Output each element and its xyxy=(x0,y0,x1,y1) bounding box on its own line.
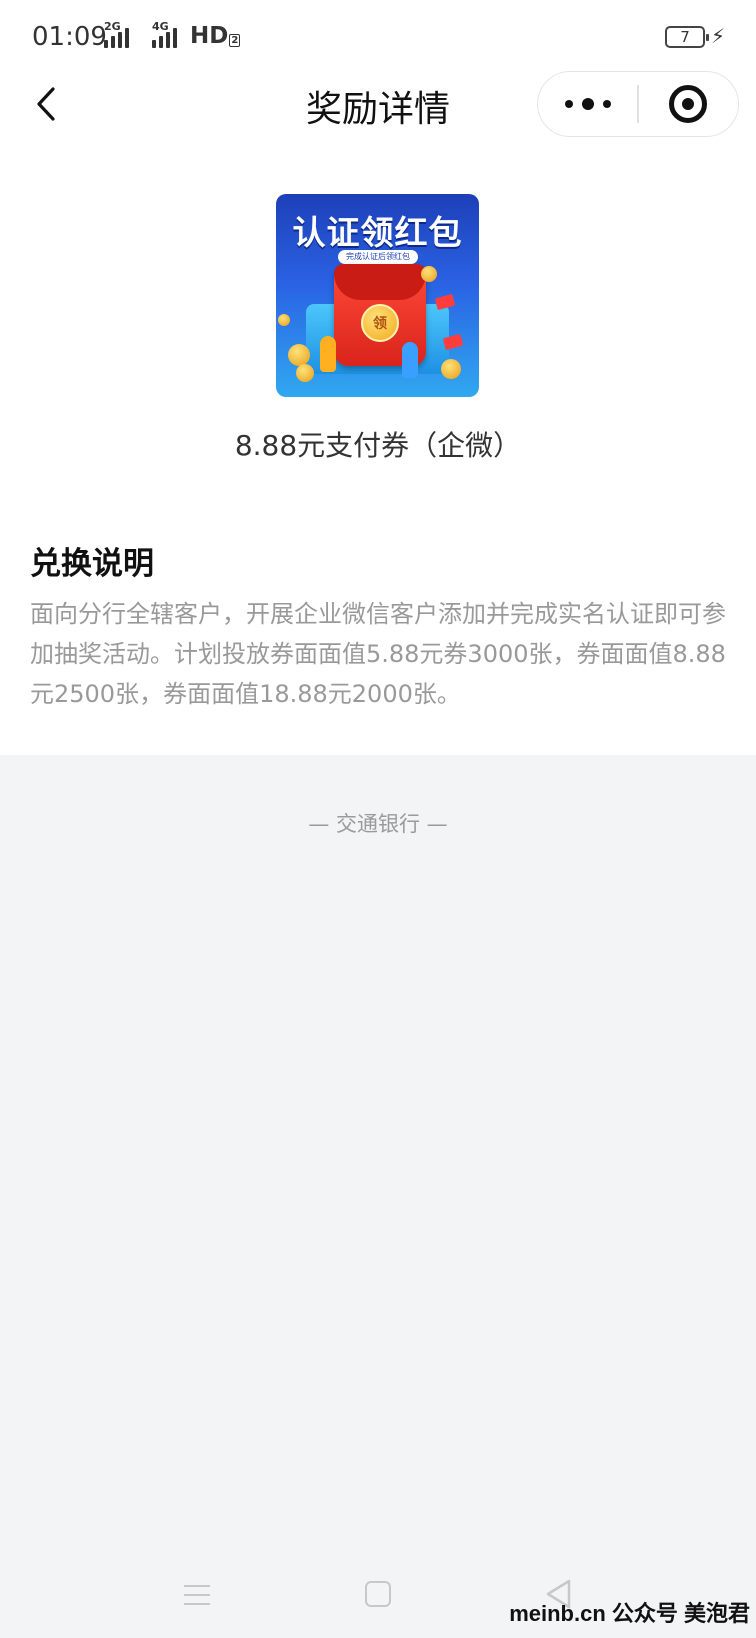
close-button[interactable] xyxy=(639,71,738,137)
banner-title: 认证领红包 xyxy=(292,213,463,252)
more-button[interactable] xyxy=(538,71,637,137)
reward-name: 8.88元支付券（企微） xyxy=(234,429,522,462)
menu-lines-icon[interactable] xyxy=(184,1582,210,1608)
footer-brand: — 交通银行 — xyxy=(308,812,448,836)
person-right-illustration xyxy=(402,342,418,378)
section-title: 兑换说明 xyxy=(30,546,154,582)
person-left-illustration xyxy=(320,336,336,372)
target-close-icon xyxy=(669,85,708,123)
section-description: 面向分行全辖客户，开展企业微信客户添加并完成实名认证即可参加抽奖活动。计划投放券… xyxy=(30,600,726,708)
watermark-text: meinb.cn 公众号 美泡君 xyxy=(509,1601,750,1626)
more-dots-icon xyxy=(564,100,573,108)
reward-banner-image: 认证领红包 完成认证后领红包 领 xyxy=(276,194,479,397)
battery-icon: 7 xyxy=(665,26,709,48)
status-time: 01:09 xyxy=(32,22,107,52)
status-bar: 01:09 2G 4G HD 2 7 ⚡ xyxy=(0,0,756,72)
coin-icon: 领 xyxy=(361,304,399,342)
mini-program-capsule xyxy=(537,71,739,137)
charging-icon: ⚡ xyxy=(711,24,726,48)
square-home-icon[interactable] xyxy=(365,1581,391,1607)
hd-indicator: HD 2 xyxy=(190,23,241,49)
signal-4g-icon: 4G xyxy=(144,20,184,48)
signal-2g-icon: 2G xyxy=(104,20,134,48)
banner-subtitle: 完成认证后领红包 xyxy=(338,250,418,264)
